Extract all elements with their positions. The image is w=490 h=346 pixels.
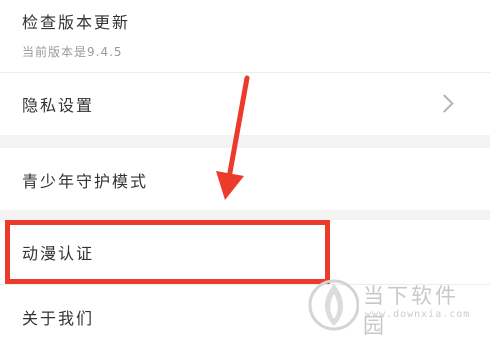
watermark: 当下软件园 www.downxia.com	[307, 276, 482, 338]
watermark-logo-icon	[308, 279, 359, 331]
watermark-url: www.downxia.com	[365, 309, 471, 320]
